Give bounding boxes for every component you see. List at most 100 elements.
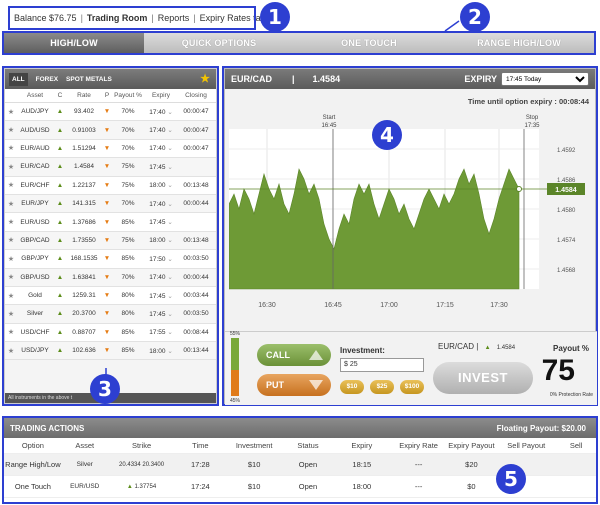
asset-row[interactable]: ★ Gold ▲ 1259.31 ▼ 80% 17:45 ⌄ 00:03:44: [5, 286, 216, 306]
asset-payout: 85%: [121, 218, 135, 226]
favorite-star-icon[interactable]: ★: [5, 273, 17, 281]
favorite-star-icon[interactable]: ★: [5, 236, 17, 244]
asset-expiry[interactable]: 17:40 ⌄: [143, 108, 179, 116]
favorite-star-icon[interactable]: ★: [5, 144, 17, 152]
trade-status: Open: [298, 482, 318, 491]
trading-actions-header: TRADING ACTIONS Floating Payout: $20.00: [4, 418, 596, 438]
asset-row[interactable]: ★ EUR/JPY ▲ 141.315 ▼ 70% 17:40 ⌄ 00:00:44: [5, 194, 216, 214]
favorite-star-icon[interactable]: ★: [5, 108, 17, 116]
favorite-star-icon[interactable]: ★: [5, 347, 17, 355]
col-expiry: Expiry: [351, 441, 373, 450]
asset-expiry[interactable]: 17:40 ⌄: [143, 126, 179, 134]
x-tick-label: 16:45: [324, 302, 342, 309]
trade-strike: 20.4334 20.3400: [119, 461, 165, 468]
pct-put: 45%: [230, 398, 241, 404]
asset-closing: 00:00:47: [183, 144, 209, 152]
asset-row[interactable]: ★ GBP/JPY ▲ 168.1535 ▼ 85% 17:50 ⌄ 00:03:50: [5, 250, 216, 269]
invest-button[interactable]: INVEST: [433, 362, 533, 394]
x-tick-label: 16:30: [258, 302, 276, 309]
asset-table-header: Asset C Rate P Payout % Expiry Closing: [5, 89, 216, 103]
price-chart[interactable]: 16:30 16:45 17:00 17:15 17:301.45921.45861.4…: [229, 109, 593, 341]
asset-list-panel: ALL FOREX SPOT METALS ★ Asset C Rate P P…: [4, 68, 217, 404]
asset-row[interactable]: ★ GBP/USD ▲ 1.63841 ▼ 70% 17:40 ⌄ 00:00:44: [5, 268, 216, 287]
asset-row[interactable]: ★ GBP/CAD ▲ 1.73550 ▼ 75% 18:00 ⌄ 00:13:48: [5, 231, 216, 251]
investment-input[interactable]: $ 25: [340, 358, 424, 372]
favorite-star-icon[interactable]: ★: [5, 181, 17, 189]
callout-2: 2: [460, 2, 490, 32]
trade-expiry: 18:15: [352, 460, 372, 469]
asset-row[interactable]: ★ EUR/CHF ▲ 1.22137 ▼ 75% 18:00 ⌄ 00:13:48: [5, 176, 216, 195]
filter-forex[interactable]: FOREX: [36, 76, 58, 83]
asset-expiry[interactable]: 18:00 ⌄: [143, 347, 179, 355]
chip-100[interactable]: $100: [400, 380, 424, 394]
chip-25[interactable]: $25: [370, 380, 394, 394]
filter-spot-metals[interactable]: SPOT METALS: [66, 76, 112, 83]
asset-rate: 1.73550: [72, 236, 96, 244]
asset-closing: 00:13:48: [183, 236, 209, 244]
favorite-star-icon[interactable]: ★: [5, 218, 17, 226]
chart-panel: EUR/CAD | 1.4584 EXPIRY 17:45 Today Time…: [224, 68, 597, 405]
asset-name: EUR/USD: [20, 218, 50, 226]
x-tick-label: 17:00: [380, 302, 398, 309]
favorite-star-icon[interactable]: ★: [5, 310, 17, 318]
favorites-star-icon[interactable]: ★: [200, 72, 210, 85]
favorite-star-icon[interactable]: ★: [5, 163, 17, 171]
call-button[interactable]: CALL: [257, 344, 331, 366]
tab-one-touch[interactable]: ONE TOUCH: [294, 33, 444, 53]
favorite-star-icon[interactable]: ★: [5, 200, 17, 208]
callout-box-1: [8, 6, 256, 30]
trade-expiry-rate: ---: [414, 482, 423, 491]
asset-closing: 00:13:48: [183, 181, 209, 189]
asset-row[interactable]: ★ AUD/JPY ▲ 93.402 ▼ 70% 17:40 ⌄ 00:00:47: [5, 103, 216, 122]
asset-expiry[interactable]: 17:50 ⌄: [143, 255, 179, 263]
expiry-timer: Time until option expiry : 00:08:44: [467, 97, 589, 106]
asset-name: EUR/CAD: [20, 163, 50, 171]
asset-expiry[interactable]: 18:00 ⌄: [143, 236, 179, 244]
asset-expiry[interactable]: 17:45 ⌄: [143, 163, 179, 171]
arrow-up-icon: [309, 350, 323, 360]
asset-payout: 80%: [121, 292, 135, 300]
trade-investment: $10: [247, 460, 261, 469]
asset-name: USD/CHF: [20, 328, 50, 336]
put-button[interactable]: PUT: [257, 374, 331, 396]
put-arrow-icon: ▼: [103, 347, 111, 355]
chip-10[interactable]: $10: [340, 380, 364, 394]
asset-row[interactable]: ★ USD/JPY ▲ 102.636 ▼ 85% 18:00 ⌄ 00:13:44: [5, 342, 216, 361]
favorite-star-icon[interactable]: ★: [5, 328, 17, 336]
asset-rate: 93.402: [74, 108, 94, 116]
asset-expiry[interactable]: 17:40 ⌄: [143, 273, 179, 281]
tab-range-high-low[interactable]: RANGE HIGH/LOW: [444, 33, 594, 53]
asset-expiry[interactable]: 17:45 ⌄: [143, 292, 179, 300]
asset-payout: 70%: [121, 200, 135, 208]
col-payout: Payout %: [114, 92, 142, 99]
asset-row[interactable]: ★ AUD/USD ▲ 0.91003 ▼ 70% 17:40 ⌄ 00:00:47: [5, 121, 216, 140]
call-arrow-icon: ▲: [56, 144, 64, 152]
trade-expiry-payout: $0: [467, 482, 476, 491]
asset-expiry[interactable]: 17:40 ⌄: [143, 144, 179, 152]
asset-expiry[interactable]: 17:55 ⌄: [143, 328, 179, 336]
asset-expiry[interactable]: 17:45 ⌄: [143, 218, 179, 226]
expiry-select[interactable]: 17:45 Today: [501, 72, 589, 86]
favorite-star-icon[interactable]: ★: [5, 255, 17, 263]
tab-quick-options[interactable]: QUICK OPTIONS: [144, 33, 294, 53]
favorite-star-icon[interactable]: ★: [5, 126, 17, 134]
callout-3: 3: [90, 374, 120, 404]
asset-expiry[interactable]: 18:00 ⌄: [143, 181, 179, 189]
put-arrow-icon: ▼: [103, 144, 111, 152]
filter-all[interactable]: ALL: [9, 72, 28, 86]
asset-row[interactable]: ★ EUR/USD ▲ 1.37686 ▼ 85% 17:45 ⌄: [5, 213, 216, 232]
tab-high-low[interactable]: HIGH/LOW: [4, 33, 144, 53]
asset-row[interactable]: ★ EUR/AUD ▲ 1.51294 ▼ 70% 17:40 ⌄ 00:00:47: [5, 139, 216, 159]
asset-name: USD/JPY: [21, 347, 49, 355]
call-arrow-icon: ▲: [56, 236, 64, 244]
asset-row[interactable]: ★ EUR/CAD ▲ 1.4584 ▼ 75% 17:45 ⌄: [5, 158, 216, 177]
asset-expiry[interactable]: 17:40 ⌄: [143, 200, 179, 208]
asset-row[interactable]: ★ USD/CHF ▲ 0.88707 ▼ 85% 17:55 ⌄ 00:08:44: [5, 323, 216, 343]
asset-expiry[interactable]: 17:45 ⌄: [143, 310, 179, 318]
trade-time: 17:28: [190, 460, 210, 469]
trade-investment: $10: [247, 482, 261, 491]
favorite-star-icon[interactable]: ★: [5, 292, 17, 300]
asset-rate: 1.51294: [72, 144, 96, 152]
asset-row[interactable]: ★ Silver ▲ 20.3700 ▼ 80% 17:45 ⌄ 00:03:50: [5, 305, 216, 324]
y-tick-label: 1.4592: [557, 148, 576, 154]
